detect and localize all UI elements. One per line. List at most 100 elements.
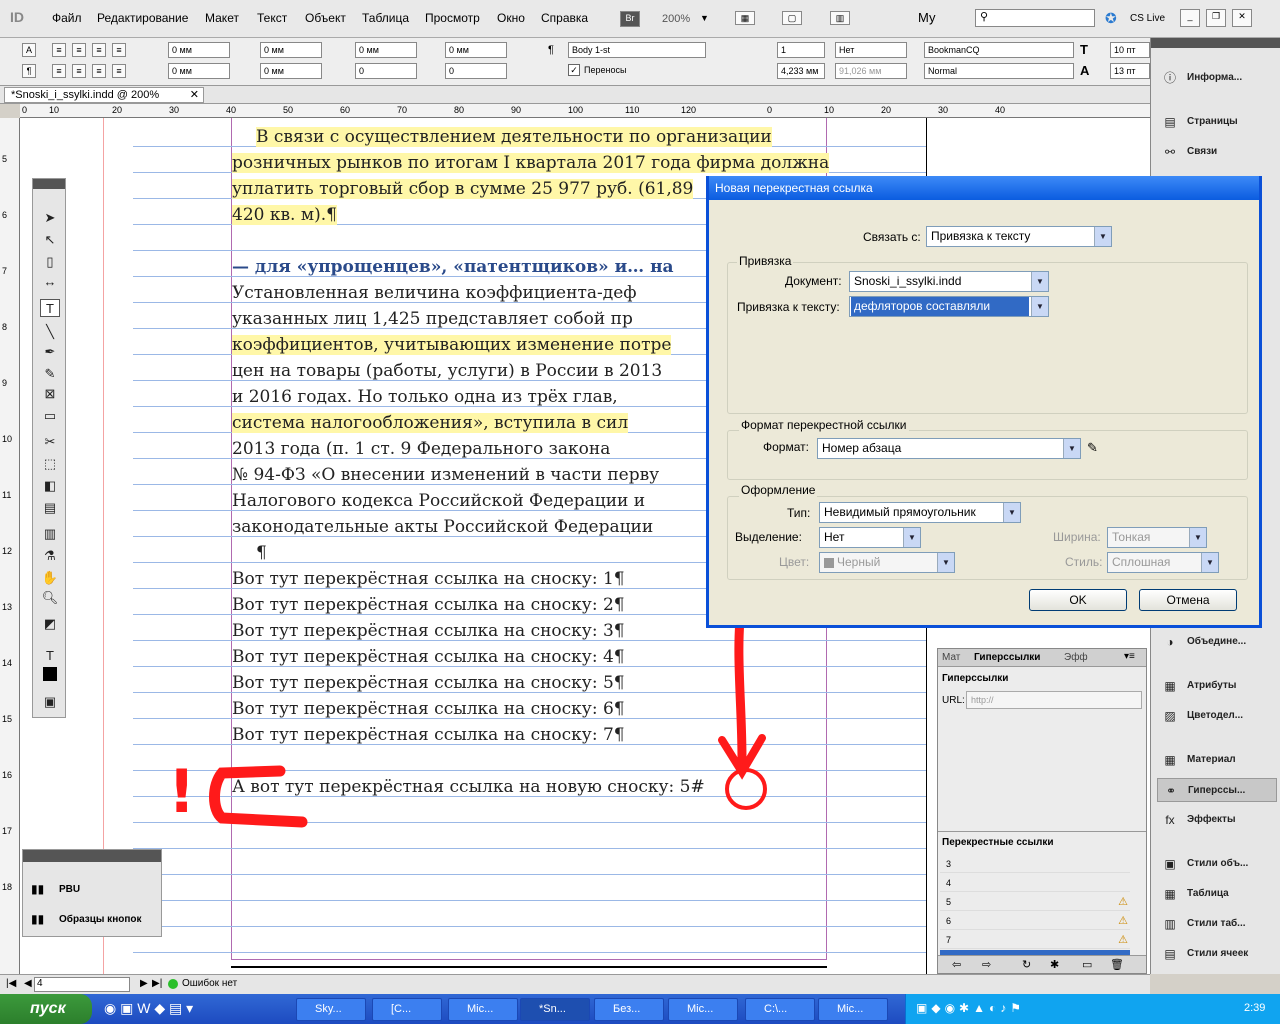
taskbar-button[interactable]: *Sn... xyxy=(520,998,590,1021)
dock-item-label: Объедине... xyxy=(1187,636,1247,647)
zoom-tool-icon[interactable]: 🔍︎ xyxy=(40,589,60,607)
library-icon: ▮▮ xyxy=(31,882,45,896)
dock-item[interactable]: ▥ Стили таб... xyxy=(1157,912,1277,936)
tools-panel-header[interactable] xyxy=(33,179,65,189)
quicklaunch-icons[interactable]: ◉ ▣ W ◆ ▤ ▾ xyxy=(104,1000,193,1017)
direct-selection-tool-icon[interactable]: ↖ xyxy=(40,231,60,249)
chevron-down-icon: ▼ xyxy=(1031,297,1048,316)
dock-item[interactable]: ⚭ Гиперссы... xyxy=(1157,778,1277,802)
color-select[interactable]: Черный ▼ xyxy=(819,552,955,573)
scissors-tool-icon[interactable]: ✂ xyxy=(40,433,60,451)
hyperlinks-title: Гиперссылки xyxy=(942,673,1009,684)
type-select[interactable]: Невидимый прямоугольник ▼ xyxy=(819,502,1021,523)
document-select[interactable]: Snoski_i_ssylki.indd ▼ xyxy=(849,271,1049,292)
link-to-value: Привязка к тексту xyxy=(931,229,1031,243)
edit-format-icon[interactable]: ✎ xyxy=(1087,440,1098,456)
last-page-icon[interactable]: ▶| xyxy=(152,978,162,989)
panel-menu-icon[interactable]: ▾≡ xyxy=(1124,651,1135,662)
dock-item[interactable]: ▨ Цветодел... xyxy=(1157,704,1277,728)
line-tool-icon[interactable]: ╲ xyxy=(40,323,60,341)
chevron-down-icon: ▼ xyxy=(1201,553,1218,572)
update-icon[interactable]: ↻ xyxy=(1022,958,1031,971)
panel-item-pbu[interactable]: PBU xyxy=(59,884,80,895)
cancel-button[interactable]: Отмена xyxy=(1139,589,1237,611)
delete-icon[interactable]: 🗑︎ xyxy=(1110,958,1124,971)
taskbar-button[interactable]: C:\... xyxy=(745,998,815,1021)
eyedropper-tool-icon[interactable]: ⚗ xyxy=(40,547,60,565)
note-tool-icon[interactable]: ▥ xyxy=(40,525,60,543)
cross-reference-row[interactable]: 7 ⚠ xyxy=(940,931,1130,949)
dock-item[interactable]: ▦ Таблица xyxy=(1157,882,1277,906)
fill-stroke-icon[interactable]: ◩ xyxy=(40,615,60,633)
page-tool-icon[interactable]: ▯ xyxy=(40,253,60,271)
style-select[interactable]: Сплошная ▼ xyxy=(1107,552,1219,573)
apply-color-icon[interactable] xyxy=(43,667,57,681)
gradient-tool-icon[interactable]: ◧ xyxy=(40,477,60,495)
url-label: URL: xyxy=(942,695,965,706)
gradient-feather-tool-icon[interactable]: ▤ xyxy=(40,499,60,517)
page-number-field[interactable]: 4 xyxy=(34,977,130,992)
format-select[interactable]: Номер абзаца ▼ xyxy=(817,438,1081,459)
first-page-icon[interactable]: |◀ xyxy=(6,978,16,989)
dock-item[interactable]: fx Эффекты xyxy=(1157,808,1277,832)
dock-item[interactable]: ▤ Стили ячеек xyxy=(1157,942,1277,966)
dock-item[interactable]: ◑ Объедине... xyxy=(1157,630,1277,654)
preflight-status[interactable]: Ошибок нет xyxy=(182,978,237,989)
url-input[interactable]: http:// xyxy=(966,691,1142,709)
cross-reference-row[interactable]: 3 xyxy=(940,855,1130,873)
dock-item[interactable]: ⚯ Связи xyxy=(1157,140,1277,164)
formatting-affects-text-icon[interactable]: T xyxy=(40,647,60,665)
rectangle-tool-icon[interactable]: ▭ xyxy=(40,407,60,425)
chevron-down-icon: ▼ xyxy=(1189,528,1206,547)
dock-item[interactable]: ⓘ Информа... xyxy=(1157,66,1277,90)
dock-item[interactable]: ▤ Страницы xyxy=(1157,110,1277,134)
hand-tool-icon[interactable]: ✋ xyxy=(40,569,60,587)
new-hyperlink-icon[interactable]: ▭ xyxy=(1082,958,1092,971)
tray-icons[interactable]: ▣◆◉✱▲◐♪⚑ xyxy=(916,1001,1025,1015)
new-xref-icon[interactable]: ✱ xyxy=(1050,958,1059,971)
taskbar-button[interactable]: Sky... xyxy=(296,998,366,1021)
start-button[interactable]: пуск xyxy=(0,994,92,1024)
annotation-circle-ref xyxy=(725,768,767,810)
pencil-tool-icon[interactable]: ✎ xyxy=(40,365,60,383)
rectangle-frame-tool-icon[interactable]: ⊠ xyxy=(40,385,60,403)
tools-panel: ➤ ↖ ▯ ↔ T ╲ ✒ ✎ ⊠ ▭ ✂ ⬚ ◧ ▤ ▥ ⚗ ✋ 🔍︎ ◩ T… xyxy=(32,178,66,718)
type-tool-icon[interactable]: T xyxy=(40,299,60,317)
previous-page-icon[interactable]: ◀ xyxy=(24,978,32,989)
go-to-destination-icon[interactable]: ⇨ xyxy=(982,958,991,971)
dock-item[interactable]: ▦ Материал xyxy=(1157,748,1277,772)
cross-reference-row[interactable]: 6 ⚠ xyxy=(940,912,1130,930)
next-page-icon[interactable]: ▶ xyxy=(140,978,148,989)
ok-button[interactable]: OK xyxy=(1029,589,1127,611)
taskbar-button[interactable]: [C... xyxy=(372,998,442,1021)
panel-item-buttons[interactable]: Образцы кнопок xyxy=(59,914,142,925)
dialog-title[interactable]: Новая перекрестная ссылка xyxy=(709,176,1259,200)
gap-tool-icon[interactable]: ↔ xyxy=(40,273,60,291)
tab-effects[interactable]: Эфф xyxy=(1064,652,1088,663)
dock-item[interactable]: ▦ Атрибуты xyxy=(1157,674,1277,698)
floating-panel-header[interactable] xyxy=(23,850,161,862)
screen-mode-tool-icon[interactable]: ▣ xyxy=(40,693,60,711)
pen-tool-icon[interactable]: ✒ xyxy=(40,343,60,361)
style-value: Сплошная xyxy=(1112,555,1171,569)
taskbar-button[interactable]: Mic... xyxy=(668,998,738,1021)
tab-hyperlinks[interactable]: Гиперссылки xyxy=(974,652,1040,663)
selection-tool-icon[interactable]: ➤ xyxy=(40,209,60,227)
width-label: Ширина: xyxy=(1053,530,1101,544)
dock-header[interactable] xyxy=(1151,38,1280,48)
taskbar-button[interactable]: Mic... xyxy=(818,998,888,1021)
link-to-select[interactable]: Привязка к тексту ▼ xyxy=(926,226,1112,247)
tab-swatches[interactable]: Мат xyxy=(942,652,960,663)
highlight-select[interactable]: Нет ▼ xyxy=(819,527,921,548)
cross-reference-row[interactable]: 5 ⚠ xyxy=(940,893,1130,911)
taskbar-button[interactable]: Mic... xyxy=(448,998,518,1021)
text-anchor-select[interactable]: дефляторов составляли ▼ xyxy=(849,296,1049,317)
dock-item[interactable]: ▣ Стили объ... xyxy=(1157,852,1277,876)
width-select[interactable]: Тонкая ▼ xyxy=(1107,527,1207,548)
cross-reference-row[interactable]: 4 xyxy=(940,874,1130,892)
free-transform-tool-icon[interactable]: ⬚ xyxy=(40,455,60,473)
system-tray: ▣◆◉✱▲◐♪⚑ 2:39 xyxy=(905,994,1280,1024)
go-to-source-icon[interactable]: ⇦ xyxy=(952,958,961,971)
width-value: Тонкая xyxy=(1112,530,1151,544)
taskbar-button[interactable]: Без... xyxy=(594,998,664,1021)
